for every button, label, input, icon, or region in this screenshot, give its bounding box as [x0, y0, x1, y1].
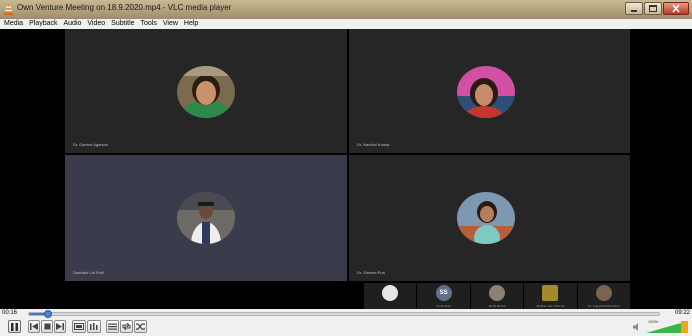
speaker-icon[interactable] [633, 322, 643, 332]
next-button[interactable] [54, 320, 66, 333]
thumbnail-name: Shikhar Jain Sharma [536, 304, 565, 308]
participant-thumbnail: Mohit Mehta [470, 283, 524, 309]
thumbnail-name: Sruthi Ravi [436, 304, 451, 308]
window-title: Own Venture Meeting on 18.9.2020.mp4 - V… [17, 3, 232, 12]
menu-bar: Media Playback Audio Video Subtitle Tool… [0, 19, 692, 29]
menu-playback[interactable]: Playback [27, 19, 61, 29]
thumbnail-avatar [382, 285, 399, 301]
participant-tile-active: Saurabh Lal Patil [65, 155, 347, 281]
shuffle-icon [136, 323, 145, 330]
skip-back-icon [30, 323, 38, 330]
participant-thumbnail: Dr. Sugandha Bhandari [577, 283, 631, 309]
participant-tile: Dr. Shweta Puri [349, 155, 630, 281]
maximize-icon [649, 5, 657, 12]
menu-media[interactable]: Media [2, 19, 27, 29]
video-area[interactable]: Dr. Garima Agarwal Dr. Nandini Kumar Sau… [0, 29, 692, 309]
minimize-icon [631, 10, 637, 12]
participant-avatar [177, 192, 235, 244]
loop-icon [122, 323, 131, 330]
close-icon [672, 4, 680, 13]
participant-name: Dr. Garima Agarwal [73, 142, 108, 147]
random-button[interactable] [134, 320, 147, 333]
participant-avatar [457, 192, 515, 244]
pause-icon [11, 323, 18, 331]
vlc-cone-icon [4, 3, 13, 15]
vlc-window: Own Venture Meeting on 18.9.2020.mp4 - V… [0, 0, 692, 336]
participant-tile: Dr. Garima Agarwal [65, 29, 347, 153]
participant-tile: Dr. Nandini Kumar [349, 29, 630, 153]
participant-avatar [177, 66, 235, 118]
minimize-button[interactable] [625, 2, 643, 15]
participant-strip: SS Sruthi Ravi Mohit Mehta Shikhar Jain … [364, 283, 631, 309]
total-time[interactable]: 09:22 [675, 310, 690, 316]
menu-tools[interactable]: Tools [139, 19, 161, 29]
seek-handle[interactable] [43, 310, 52, 318]
playlist-icon [108, 323, 117, 330]
fullscreen-icon [74, 323, 84, 330]
participant-name: Dr. Shweta Puri [357, 270, 385, 275]
stop-icon [44, 323, 50, 330]
menu-subtitle[interactable]: Subtitle [109, 19, 138, 29]
loop-button[interactable] [120, 320, 133, 333]
thumbnail-initials: SS [435, 285, 452, 301]
fullscreen-button[interactable] [72, 320, 86, 333]
control-bar: 00:16 09:22 100% [0, 309, 692, 336]
volume-boost-zone [681, 321, 688, 333]
title-bar[interactable]: Own Venture Meeting on 18.9.2020.mp4 - V… [0, 0, 692, 19]
elapsed-time[interactable]: 00:16 [2, 310, 17, 316]
thumbnail-avatar [595, 285, 612, 301]
participant-avatar [457, 66, 515, 118]
menu-audio[interactable]: Audio [61, 19, 85, 29]
pause-button[interactable] [8, 320, 21, 333]
menu-help[interactable]: Help [182, 19, 202, 29]
participant-thumbnail [364, 283, 417, 309]
previous-button[interactable] [28, 320, 40, 333]
stop-button[interactable] [41, 320, 53, 333]
close-button[interactable] [663, 2, 689, 15]
thumbnail-name: Dr. Sugandha Bhandari [588, 304, 620, 308]
menu-view[interactable]: View [161, 19, 182, 29]
participant-thumbnail: SS Sruthi Ravi [417, 283, 470, 309]
equalizer-icon [90, 323, 98, 330]
thumbnail-avatar [542, 285, 559, 301]
thumbnail-name: Mohit Mehta [488, 304, 506, 308]
window-controls [625, 2, 689, 16]
participant-name: Dr. Nandini Kumar [357, 142, 390, 147]
seek-bar[interactable] [28, 310, 660, 318]
thumbnail-avatar [489, 285, 506, 301]
participant-name: Saurabh Lal Patil [73, 270, 104, 275]
menu-video[interactable]: Video [85, 19, 109, 29]
playlist-button[interactable] [106, 320, 119, 333]
participant-thumbnail: Shikhar Jain Sharma [524, 283, 577, 309]
maximize-button[interactable] [644, 2, 662, 15]
skip-forward-icon [56, 323, 64, 330]
volume-percent: 100% [648, 319, 659, 324]
extended-settings-button[interactable] [87, 320, 101, 333]
